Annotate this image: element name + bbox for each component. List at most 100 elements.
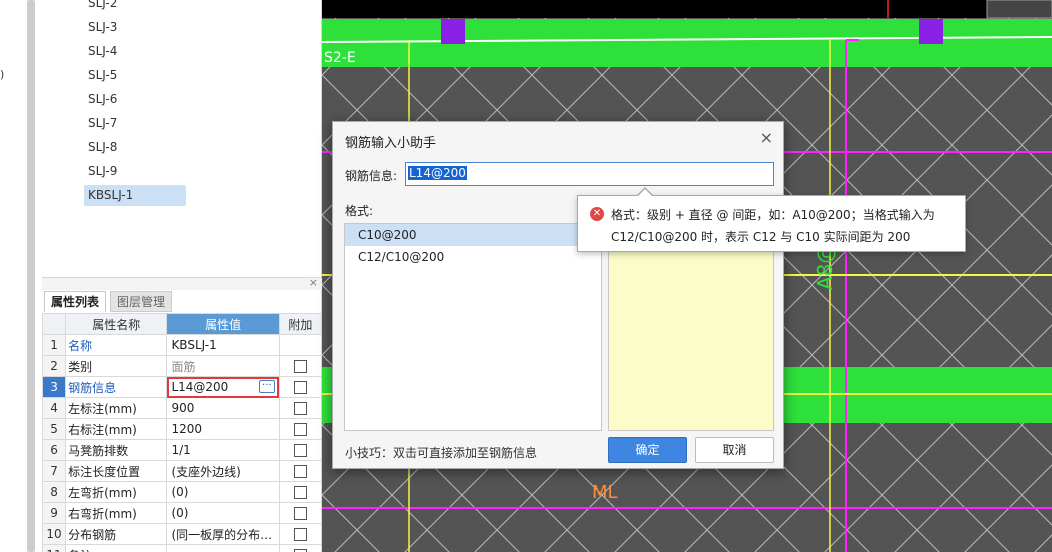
header-property-name: 属性名称 bbox=[65, 313, 168, 335]
table-row[interactable]: 7 标注长度位置 (支座外边线) bbox=[41, 460, 323, 482]
rebar-info-cell-editing[interactable]: L14@200 ··· bbox=[166, 376, 280, 398]
property-name: 名称 bbox=[65, 334, 168, 356]
far-left-strip: ) bbox=[0, 0, 42, 552]
vertical-scrollbar[interactable] bbox=[27, 0, 35, 552]
property-name: 备注 bbox=[65, 544, 168, 552]
property-name: 类别 bbox=[65, 355, 168, 377]
extra-cell bbox=[278, 397, 323, 419]
extra-checkbox[interactable] bbox=[293, 486, 307, 499]
property-value[interactable] bbox=[166, 544, 280, 552]
row-index: 7 bbox=[41, 460, 67, 482]
axis-label: S2-E bbox=[324, 50, 356, 66]
format-list[interactable]: C10@200 C12/C10@200 bbox=[344, 223, 602, 431]
format-preview-area bbox=[608, 223, 774, 431]
property-value-text: (0) bbox=[171, 485, 189, 499]
tree-item[interactable]: SLJ-8 bbox=[84, 137, 186, 158]
property-value[interactable]: KBSLJ-1 bbox=[166, 334, 280, 356]
cancel-button[interactable]: 取消 bbox=[695, 437, 774, 463]
property-name: 标注长度位置 bbox=[65, 460, 168, 482]
property-value-text: 900 bbox=[171, 401, 195, 415]
extra-checkbox[interactable] bbox=[293, 528, 307, 541]
property-panel: × 属性列表 图层管理 属性名称 属性值 附加 1 名称 KBSLJ-1 2 类别 面筋 3… bbox=[41, 276, 323, 552]
extra-checkbox[interactable] bbox=[293, 507, 307, 520]
format-item[interactable]: C12/C10@200 bbox=[345, 246, 601, 268]
dialog-title: 钢筋输入小助手 bbox=[345, 136, 437, 151]
property-value[interactable]: 1/1 bbox=[166, 439, 280, 461]
bottom-mark-label: ML bbox=[592, 482, 618, 503]
rebar-info-input[interactable]: L14@200 bbox=[405, 162, 774, 186]
tree-item[interactable]: SLJ-3 bbox=[84, 17, 186, 38]
row-index: 3 bbox=[41, 376, 67, 398]
property-value-text: (支座外边线) bbox=[171, 464, 241, 479]
extra-checkbox[interactable] bbox=[293, 465, 307, 478]
tab-property-list[interactable]: 属性列表 bbox=[44, 291, 107, 312]
scrollbar-thumb[interactable] bbox=[27, 0, 35, 552]
tree-item[interactable]: SLJ-2 bbox=[84, 0, 186, 14]
extra-cell bbox=[278, 376, 323, 398]
top-dark-band bbox=[322, 0, 1052, 18]
property-value-text: (同一板厚的分布… bbox=[171, 527, 273, 542]
extra-checkbox[interactable] bbox=[293, 444, 307, 457]
property-value-text: KBSLJ-1 bbox=[171, 338, 217, 352]
property-value-text: 面筋 bbox=[171, 359, 196, 374]
tree-item[interactable]: SLJ-4 bbox=[84, 41, 186, 62]
property-value[interactable]: (0) bbox=[166, 481, 280, 503]
property-value[interactable]: 900 bbox=[166, 397, 280, 419]
property-value-text: 1/1 bbox=[171, 443, 191, 457]
extra-checkbox[interactable] bbox=[293, 360, 307, 373]
component-tree: SLJ-2 SLJ-3 SLJ-4 SLJ-5 SLJ-6 SLJ-7 SLJ-8 SLJ-9… bbox=[42, 0, 322, 278]
table-row[interactable]: 2 类别 面筋 bbox=[41, 355, 323, 377]
table-row[interactable]: 3 钢筋信息 L14@200 ··· bbox=[41, 376, 323, 398]
top-right-box bbox=[986, 0, 1052, 19]
ok-button[interactable]: 确定 bbox=[608, 437, 687, 463]
table-row[interactable]: 8 左弯折(mm) (0) bbox=[41, 481, 323, 503]
extra-cell bbox=[278, 439, 323, 461]
extra-checkbox[interactable] bbox=[293, 402, 307, 415]
property-name: 右弯折(mm) bbox=[65, 502, 168, 524]
tree-item[interactable]: SLJ-9 bbox=[84, 161, 186, 182]
table-row[interactable]: 9 右弯折(mm) (0) bbox=[41, 502, 323, 524]
header-property-value: 属性值 bbox=[166, 313, 280, 335]
tree-item[interactable]: SLJ-6 bbox=[84, 89, 186, 110]
tree-item[interactable]: KBSLJ-1 bbox=[84, 185, 186, 206]
table-row[interactable]: 11备注 bbox=[41, 544, 323, 552]
table-row[interactable]: 4 左标注(mm) 900 bbox=[41, 397, 323, 419]
table-row[interactable]: 6 马凳筋排数 1/1 bbox=[41, 439, 323, 461]
row-index: 4 bbox=[41, 397, 67, 419]
property-value-text: 1200 bbox=[171, 422, 202, 436]
tooltip-arrow-inner bbox=[637, 189, 653, 197]
property-value-text: (0) bbox=[171, 506, 189, 520]
format-label: 格式: bbox=[345, 204, 374, 218]
tree-item[interactable]: SLJ-7 bbox=[84, 113, 186, 134]
table-row[interactable]: 1 名称 KBSLJ-1 bbox=[41, 334, 323, 356]
property-value[interactable]: 1200 bbox=[166, 418, 280, 440]
extra-checkbox[interactable] bbox=[293, 423, 307, 436]
rebar-input-dialog: 钢筋输入小助手 × 钢筋信息: L14@200 格式: C10@200 C12/C… bbox=[332, 121, 784, 469]
table-row[interactable]: 10 分布钢筋 (同一板厚的分布… bbox=[41, 523, 323, 545]
extra-checkbox[interactable] bbox=[293, 381, 307, 394]
clipped-text: ) bbox=[0, 68, 5, 81]
row-index: 9 bbox=[41, 502, 67, 524]
extra-cell bbox=[278, 523, 323, 545]
purple-block-left bbox=[441, 19, 465, 44]
more-options-icon[interactable]: ··· bbox=[258, 380, 275, 393]
property-value[interactable]: 面筋 bbox=[166, 355, 280, 377]
property-value[interactable]: (支座外边线) bbox=[166, 460, 280, 482]
row-index: 11 bbox=[41, 544, 67, 552]
tip-text: 小技巧：双击可直接添加至钢筋信息 bbox=[345, 446, 538, 460]
table-row[interactable]: 5 右标注(mm) 1200 bbox=[41, 418, 323, 440]
tab-layer-manager[interactable]: 图层管理 bbox=[110, 291, 173, 312]
panel-header-bar: × bbox=[42, 276, 322, 290]
property-name: 左弯折(mm) bbox=[65, 481, 168, 503]
property-value[interactable]: (0) bbox=[166, 502, 280, 524]
extra-cell bbox=[278, 355, 323, 377]
property-value[interactable]: (同一板厚的分布… bbox=[166, 523, 280, 545]
format-item[interactable]: C10@200 bbox=[345, 224, 601, 246]
property-name: 右标注(mm) bbox=[65, 418, 168, 440]
panel-close-icon[interactable]: × bbox=[309, 276, 318, 289]
property-name: 钢筋信息 bbox=[65, 376, 168, 398]
tree-item[interactable]: SLJ-5 bbox=[84, 65, 186, 86]
extra-cell bbox=[278, 334, 323, 356]
rebar-info-selected-text: L14@200 bbox=[408, 166, 467, 180]
dialog-close-icon[interactable]: × bbox=[760, 128, 773, 147]
